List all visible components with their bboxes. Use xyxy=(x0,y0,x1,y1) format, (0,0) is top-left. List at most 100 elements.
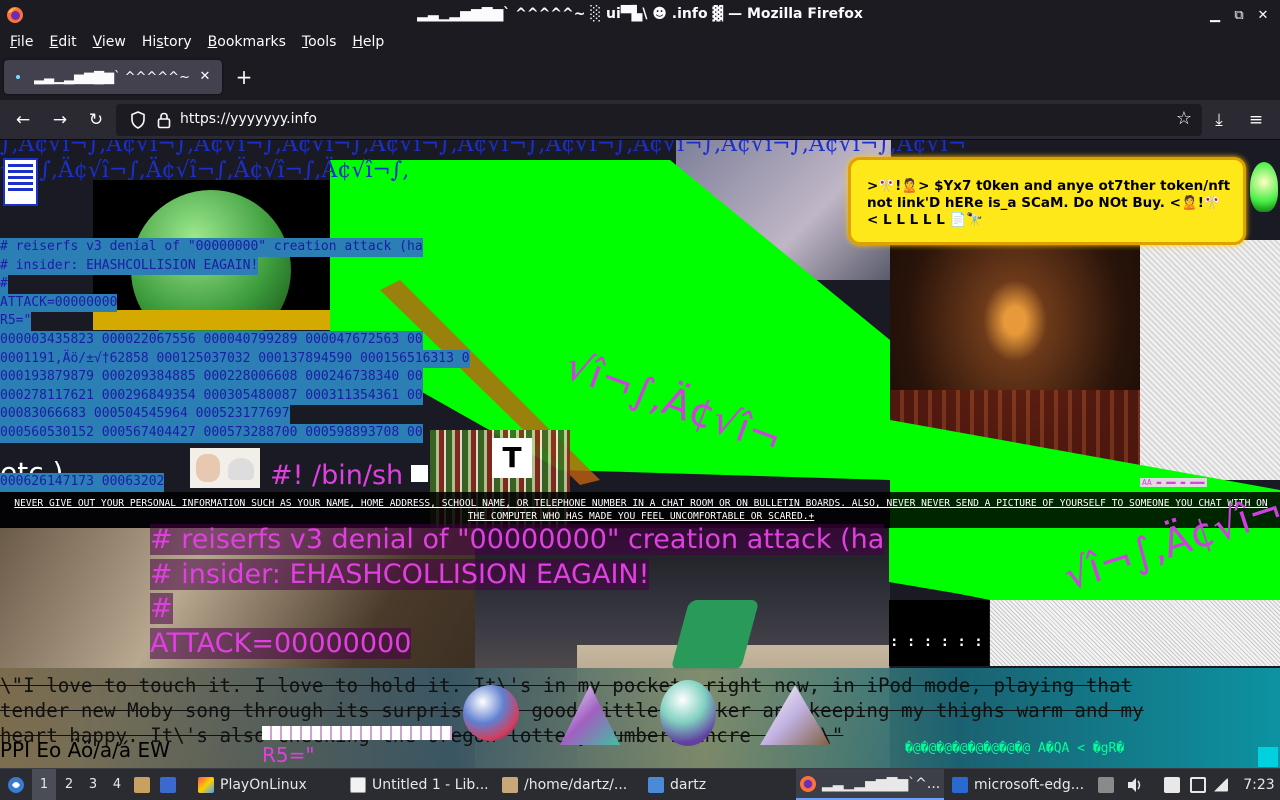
task-libreoffice[interactable]: Untitled 1 - Lib... xyxy=(346,769,494,800)
scam-warning-bubble: >🎌!🙎> $Yx7 t0ken and anye ot7ther token/… xyxy=(848,157,1246,245)
magenta-code-line: # xyxy=(150,593,173,624)
corner-teal-icon xyxy=(1258,747,1278,767)
glass-disc-icon xyxy=(660,680,716,746)
small-caption: AA ▬ ▬▬ ▬ ▬▬▬ xyxy=(1140,478,1207,487)
menu-history[interactable]: History xyxy=(134,31,200,53)
menu-bookmarks[interactable]: Bookmarks xyxy=(200,31,294,53)
code-line: 000560530152 000567404427 000573288700 0… xyxy=(0,423,423,443)
web-page-content: ∫,Ä¢√î¬∫,Ä¢√î¬∫,Ä¢√î¬∫,Ä¢√î¬∫,Ä¢√î¬∫,Ä¢√… xyxy=(0,140,1280,768)
network-icon xyxy=(1214,777,1228,792)
downloads-button[interactable]: ⤓ xyxy=(1206,107,1232,133)
edge-installer-icon xyxy=(952,776,968,793)
task-home-folder[interactable]: /home/dartz/... xyxy=(498,769,638,800)
code-block-tail: 000626147173 00063202 xyxy=(0,473,165,492)
doc-question-icon xyxy=(3,158,38,206)
workspace-1[interactable]: 1 xyxy=(32,769,56,800)
tab-title: ▂▃▁▂▅▆▇▆` ^^^^^~ ░ xyxy=(34,69,194,85)
code-line: 000278117621 000296849354 000305480087 0… xyxy=(0,386,423,406)
code-line: R5=" xyxy=(0,312,32,331)
start-menu-button[interactable] xyxy=(4,769,28,800)
dither-lower xyxy=(990,600,1280,666)
workspace-2[interactable]: 2 xyxy=(57,769,81,800)
ipod-quote-line-2: tender new Moby song through its surpris… xyxy=(0,699,1144,722)
desktop-taskbar: 1 2 3 4 PlayOnLinux Untitled 1 - Lib... … xyxy=(0,768,1280,800)
tray-files[interactable] xyxy=(1164,769,1184,800)
clipboard-icon xyxy=(1098,776,1114,793)
light-bulb-icon xyxy=(1250,162,1278,212)
code-line: 000003435823 000022067556 000040799289 0… xyxy=(0,330,423,350)
magenta-code-line: # reiserfs v3 denial of "00000000" creat… xyxy=(150,524,885,555)
task-playonlinux[interactable]: PlayOnLinux xyxy=(194,769,342,800)
tray-display[interactable] xyxy=(1190,769,1212,800)
magenta-code-line: # insider: EHASHCOLLISION EAGAIN! xyxy=(150,558,650,590)
code-line: 000193879879 000209384885 000228006608 0… xyxy=(0,368,423,387)
task-microsoft-edge[interactable]: microsoft-edg... xyxy=(948,769,1088,800)
monitor-icon xyxy=(1190,776,1206,793)
code-line: 00083066683 000504545964 000523177697 xyxy=(0,405,290,424)
url-text[interactable]: https://yyyyyyy.info xyxy=(180,111,317,127)
code-line: ATTACK=00000000 xyxy=(0,293,118,313)
menu-file[interactable]: File xyxy=(2,31,41,53)
anime-face-image xyxy=(190,448,260,488)
window-titlebar: ▂▃▁▂▅▆▇▆` ^^^^^~ ░ ui▀▙\ ☻ .info ▓ — Moz… xyxy=(0,0,1280,30)
file-icon xyxy=(1164,776,1180,793)
bin-sh-text: #! /bin/sh xyxy=(270,460,404,491)
lock-icon[interactable] xyxy=(154,110,174,130)
tracking-shield-icon[interactable] xyxy=(128,110,148,130)
document-icon xyxy=(350,776,366,793)
back-button[interactable]: ← xyxy=(10,107,36,133)
tab-close-icon[interactable]: ✕ xyxy=(196,68,214,86)
forward-button[interactable]: → xyxy=(47,107,73,133)
close-window-button[interactable]: ✕ xyxy=(1252,4,1274,26)
code-line: # xyxy=(0,275,8,294)
tab-loading-icon xyxy=(16,75,20,79)
task-firefox[interactable]: ▂▃▁▂▅▆▇▆`^... xyxy=(796,769,944,800)
task-dartz-folder[interactable]: dartz xyxy=(644,769,792,800)
speaker-icon xyxy=(1128,777,1141,792)
window-title: ▂▃▁▂▅▆▇▆` ^^^^^~ ░ ui▀▙\ ☻ .info ▓ — Moz… xyxy=(417,6,863,22)
safety-warning-text[interactable]: NEVER GIVE OUT YOUR PERSONAL INFORMATION… xyxy=(8,497,1274,523)
app-launcher-icon xyxy=(8,776,24,793)
ipod-quote-line-1: \"I love to touch it. I love to hold it.… xyxy=(0,674,1133,697)
playonlinux-icon xyxy=(198,776,214,793)
crystal-ball-icon xyxy=(463,685,519,741)
workspace-3[interactable]: 3 xyxy=(81,769,105,800)
bookmark-star-icon[interactable]: ☆ xyxy=(1176,108,1192,129)
menu-tools[interactable]: Tools xyxy=(294,31,345,53)
navigation-toolbar: ← → ↻ https://yyyyyyy.info ☆ ⤓ ≡ xyxy=(0,100,1280,140)
code-line: # insider: EHASHCOLLISION EAGAIN! xyxy=(0,256,259,276)
archive-icon xyxy=(502,776,518,793)
restore-button[interactable]: ⧉ xyxy=(1228,4,1250,26)
tab-active[interactable]: ▂▃▁▂▅▆▇▆` ^^^^^~ ░ ✕ xyxy=(4,60,222,94)
desktop-icon xyxy=(160,776,176,793)
folder-icon xyxy=(134,776,150,793)
show-desktop-launcher[interactable] xyxy=(160,769,186,800)
new-tab-button[interactable]: + xyxy=(232,66,256,90)
bottom-r5-text: R5=" xyxy=(262,743,315,767)
bottom-garble-text: PPI Eo Äö/a/á EW xyxy=(0,738,170,762)
menu-help[interactable]: Help xyxy=(344,31,392,53)
magenta-code-line: ATTACK=00000000 xyxy=(150,627,412,659)
tray-volume[interactable] xyxy=(1126,769,1148,800)
firefox-icon xyxy=(800,775,816,792)
reload-button[interactable]: ↻ xyxy=(83,107,109,133)
address-bar[interactable]: https://yyyyyyy.info ☆ xyxy=(116,104,1202,136)
reiserfs-code-block: # reiserfs v3 denial of "00000000" creat… xyxy=(0,238,470,443)
file-manager-launcher[interactable] xyxy=(134,769,156,800)
menu-edit[interactable]: Edit xyxy=(41,31,84,53)
tab-strip: ▂▃▁▂▅▆▇▆` ^^^^^~ ░ ✕ + xyxy=(0,54,1280,100)
app-menu-button[interactable]: ≡ xyxy=(1243,107,1269,133)
folder-icon xyxy=(648,776,664,793)
code-line: # reiserfs v3 denial of "00000000" creat… xyxy=(0,238,423,257)
magenta-code-block: # reiserfs v3 denial of "00000000" creat… xyxy=(150,523,885,661)
tt-letter-tile: T xyxy=(492,438,532,478)
workspace-4[interactable]: 4 xyxy=(105,769,129,800)
taskbar-clock[interactable]: 7:23 xyxy=(1240,769,1278,800)
tray-clipboard[interactable] xyxy=(1098,769,1118,800)
tray-network[interactable] xyxy=(1214,769,1234,800)
minimize-button[interactable]: ▁ xyxy=(1204,4,1226,26)
menu-view[interactable]: View xyxy=(85,31,134,53)
menu-bar: File Edit View History Bookmarks Tools H… xyxy=(0,30,1280,54)
dots-panel xyxy=(889,600,989,666)
scroll-garbage-line-1: ∫,Ä¢√î¬∫,Ä¢√î¬∫,Ä¢√î¬∫,Ä¢√î¬∫,Ä¢√î¬∫,Ä¢√… xyxy=(0,140,967,157)
